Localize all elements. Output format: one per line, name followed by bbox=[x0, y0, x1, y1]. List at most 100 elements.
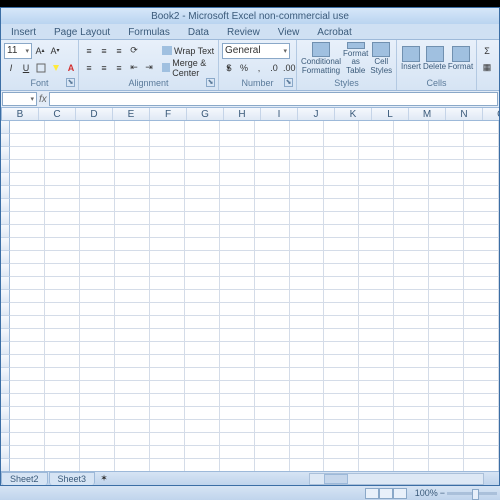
cell[interactable] bbox=[10, 394, 45, 407]
cell[interactable] bbox=[220, 381, 255, 394]
format-cells-button[interactable]: Format bbox=[447, 41, 474, 77]
cell[interactable] bbox=[45, 251, 80, 264]
tab-review[interactable]: Review bbox=[219, 25, 268, 39]
tab-view[interactable]: View bbox=[270, 25, 308, 39]
cell[interactable] bbox=[324, 355, 359, 368]
cell[interactable] bbox=[429, 199, 464, 212]
align-middle-button[interactable]: ≡ bbox=[97, 43, 111, 59]
cell[interactable] bbox=[115, 264, 150, 277]
cell[interactable] bbox=[80, 277, 115, 290]
cell[interactable] bbox=[290, 459, 325, 471]
cell[interactable] bbox=[359, 368, 394, 381]
cell[interactable] bbox=[45, 342, 80, 355]
fx-label[interactable]: fx bbox=[39, 94, 47, 105]
cell[interactable] bbox=[324, 173, 359, 186]
cell[interactable] bbox=[464, 160, 499, 173]
cell[interactable] bbox=[220, 225, 255, 238]
cell[interactable] bbox=[255, 121, 290, 134]
cell[interactable] bbox=[394, 121, 429, 134]
cell[interactable] bbox=[115, 173, 150, 186]
cell[interactable] bbox=[394, 251, 429, 264]
cell[interactable] bbox=[464, 433, 499, 446]
cell[interactable] bbox=[80, 420, 115, 433]
cell[interactable] bbox=[324, 186, 359, 199]
cell[interactable] bbox=[429, 329, 464, 342]
cell[interactable] bbox=[290, 355, 325, 368]
cell[interactable] bbox=[429, 277, 464, 290]
cell[interactable] bbox=[80, 121, 115, 134]
insert-cells-button[interactable]: Insert bbox=[400, 41, 422, 77]
cell[interactable] bbox=[290, 199, 325, 212]
cell[interactable] bbox=[10, 121, 45, 134]
cell[interactable] bbox=[150, 381, 185, 394]
cell[interactable] bbox=[10, 290, 45, 303]
cell[interactable] bbox=[359, 355, 394, 368]
cell[interactable] bbox=[80, 225, 115, 238]
cell[interactable] bbox=[324, 160, 359, 173]
row-header[interactable] bbox=[1, 433, 10, 446]
column-header-K[interactable]: K bbox=[335, 108, 372, 120]
cell[interactable] bbox=[429, 342, 464, 355]
cell[interactable] bbox=[10, 173, 45, 186]
cell[interactable] bbox=[394, 459, 429, 471]
cell[interactable] bbox=[255, 446, 290, 459]
cell[interactable] bbox=[150, 420, 185, 433]
cell[interactable] bbox=[464, 199, 499, 212]
cell[interactable] bbox=[324, 251, 359, 264]
column-header-O[interactable]: O bbox=[483, 108, 499, 120]
cell[interactable] bbox=[394, 420, 429, 433]
cell[interactable] bbox=[429, 134, 464, 147]
cell[interactable] bbox=[359, 394, 394, 407]
cell[interactable] bbox=[290, 329, 325, 342]
cell[interactable] bbox=[10, 238, 45, 251]
cell[interactable] bbox=[150, 407, 185, 420]
cell[interactable] bbox=[10, 329, 45, 342]
align-left-button[interactable]: ≡ bbox=[82, 60, 96, 76]
sheet-tab-3[interactable]: Sheet3 bbox=[49, 472, 96, 485]
cell[interactable] bbox=[429, 173, 464, 186]
cell[interactable] bbox=[429, 407, 464, 420]
cell[interactable] bbox=[115, 433, 150, 446]
cell[interactable] bbox=[150, 121, 185, 134]
cell[interactable] bbox=[80, 303, 115, 316]
cell[interactable] bbox=[45, 394, 80, 407]
cell[interactable] bbox=[185, 433, 220, 446]
cell[interactable] bbox=[185, 264, 220, 277]
cell[interactable] bbox=[80, 147, 115, 160]
cell[interactable] bbox=[464, 290, 499, 303]
wrap-text-button[interactable]: Wrap Text bbox=[159, 43, 219, 59]
cell[interactable] bbox=[324, 316, 359, 329]
name-box[interactable]: ▾ bbox=[2, 92, 37, 106]
cell[interactable] bbox=[80, 446, 115, 459]
cell[interactable] bbox=[45, 368, 80, 381]
formula-input[interactable] bbox=[49, 92, 498, 106]
number-dialog-launcher[interactable]: ⬊ bbox=[284, 78, 293, 87]
cell[interactable] bbox=[290, 251, 325, 264]
cell[interactable] bbox=[80, 459, 115, 471]
cell[interactable] bbox=[394, 433, 429, 446]
font-dialog-launcher[interactable]: ⬊ bbox=[66, 78, 75, 87]
cell[interactable] bbox=[429, 394, 464, 407]
cell[interactable] bbox=[394, 238, 429, 251]
cell[interactable] bbox=[185, 199, 220, 212]
cell[interactable] bbox=[359, 186, 394, 199]
cell[interactable] bbox=[255, 433, 290, 446]
cell[interactable] bbox=[45, 290, 80, 303]
cell[interactable] bbox=[185, 147, 220, 160]
cell[interactable] bbox=[255, 290, 290, 303]
cell[interactable] bbox=[394, 407, 429, 420]
cell-styles-button[interactable]: Cell Styles bbox=[369, 41, 393, 77]
row-header[interactable] bbox=[1, 225, 10, 238]
cell[interactable] bbox=[255, 329, 290, 342]
number-format-combo[interactable]: General▾ bbox=[222, 43, 290, 59]
cell[interactable] bbox=[80, 381, 115, 394]
italic-button[interactable]: I bbox=[4, 60, 18, 76]
cell[interactable] bbox=[80, 251, 115, 264]
tab-formulas[interactable]: Formulas bbox=[120, 25, 178, 39]
cell[interactable] bbox=[115, 147, 150, 160]
cell[interactable] bbox=[220, 212, 255, 225]
cell[interactable] bbox=[359, 251, 394, 264]
cell[interactable] bbox=[115, 381, 150, 394]
cell[interactable] bbox=[45, 277, 80, 290]
cell[interactable] bbox=[220, 394, 255, 407]
